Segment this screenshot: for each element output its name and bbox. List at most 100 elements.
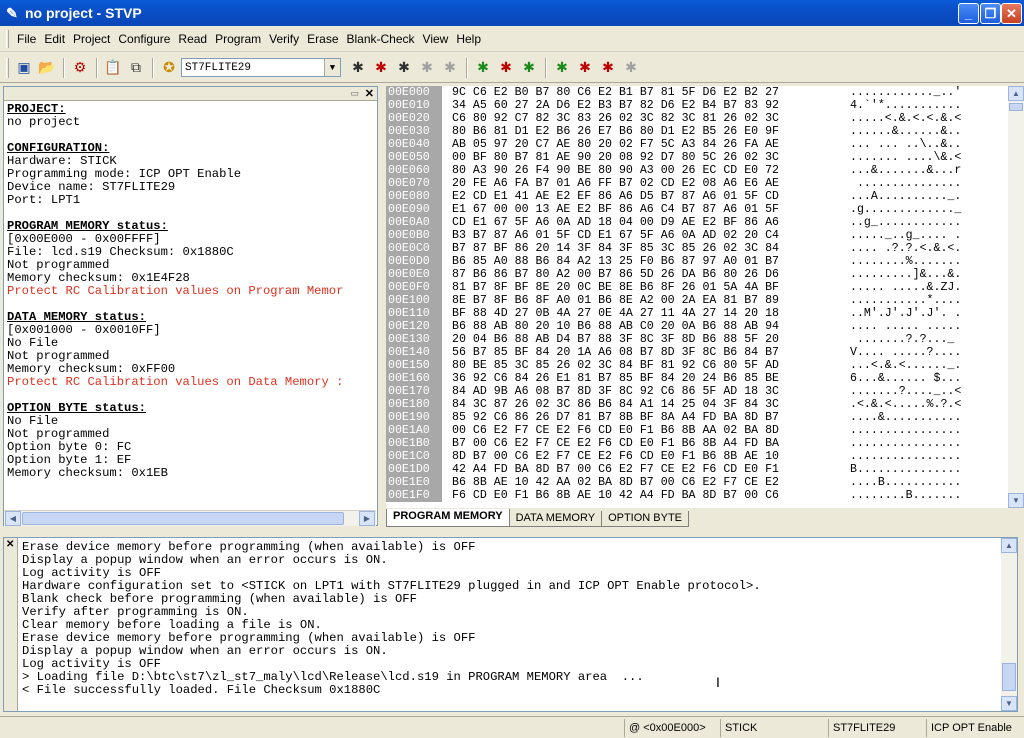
hex-row[interactable]: 00E1B0 B7 00 C6 E2 F7 CE E2 F6 CD E0 F1 B…: [386, 437, 1008, 450]
scroll-down-icon[interactable]: ▼: [1001, 696, 1017, 711]
hex-row[interactable]: 00E000 9C C6 E2 B0 B7 80 C6 E2 B1 B7 81 5…: [386, 86, 1008, 99]
scroll-right-icon[interactable]: ▶: [359, 511, 375, 526]
hex-row[interactable]: 00E0E0 87 B6 86 B7 80 A2 00 B7 86 5D 26 D…: [386, 268, 1008, 281]
hex-bytes[interactable]: B6 8B AE 10 42 AA 02 BA 8D B7 00 C6 E2 F…: [452, 476, 779, 489]
program-current-icon[interactable]: ✱: [574, 57, 596, 79]
hex-bytes[interactable]: 87 B6 86 B7 80 A2 00 B7 86 5D 26 DA B6 8…: [452, 268, 779, 281]
scroll-down-icon[interactable]: ▼: [1008, 493, 1024, 508]
hex-row[interactable]: 00E180 84 3C 87 26 02 3C 86 B6 84 A1 14 2…: [386, 398, 1008, 411]
hex-bytes[interactable]: B3 B7 87 A6 01 5F CD E1 67 5F A6 0A AD 0…: [452, 229, 779, 242]
hex-row[interactable]: 00E0C0 B7 87 BF 86 20 14 3F 84 3F 85 3C 8…: [386, 242, 1008, 255]
menu-edit[interactable]: Edit: [40, 30, 69, 48]
hex-bytes[interactable]: 56 B7 85 BF 84 20 1A A6 08 B7 8D 3F 8C B…: [452, 346, 779, 359]
erase-current-icon[interactable]: ✱: [620, 57, 642, 79]
hex-bytes[interactable]: B7 00 C6 E2 F7 CE E2 F6 CD E0 F1 B6 8B A…: [452, 437, 779, 450]
tab-data-memory[interactable]: DATA MEMORY: [508, 511, 603, 527]
erase-all-icon[interactable]: ✱: [416, 57, 438, 79]
pane-options-icon[interactable]: ▭: [350, 88, 359, 99]
read-tab-icon[interactable]: ✱: [472, 57, 494, 79]
hex-row[interactable]: 00E1A0 00 C6 E2 F7 CE E2 F6 CD E0 F1 B6 8…: [386, 424, 1008, 437]
scroll-up-icon[interactable]: ▲: [1001, 538, 1017, 553]
log-text[interactable]: Erase device memory before programming (…: [22, 541, 761, 697]
menu-program[interactable]: Program: [211, 30, 265, 48]
scroll-up-icon[interactable]: ▲: [1008, 86, 1024, 101]
hex-row[interactable]: 00E0A0 CD E1 67 5F A6 0A AD 18 04 00 D9 A…: [386, 216, 1008, 229]
hex-row[interactable]: 00E110 BF 88 4D 27 0B 4A 27 0E 4A 27 11 4…: [386, 307, 1008, 320]
hex-bytes[interactable]: 85 92 C6 86 26 D7 81 B7 8B BF 8A A4 FD B…: [452, 411, 779, 424]
hex-row[interactable]: 00E0F0 81 B7 8F BF 8E 20 0C BE 8E B6 8F 2…: [386, 281, 1008, 294]
close-button[interactable]: ✕: [1001, 3, 1022, 24]
hex-bytes[interactable]: BF 88 4D 27 0B 4A 27 0E 4A 27 11 4A 27 1…: [452, 307, 779, 320]
hex-bytes[interactable]: 84 AD 9B A6 08 B7 8D 3F 8C 92 C6 86 5F A…: [452, 385, 779, 398]
scroll-left-icon[interactable]: ◀: [5, 511, 21, 526]
menu-file[interactable]: File: [13, 30, 40, 48]
hex-bytes[interactable]: F6 CD E0 F1 B6 8B AE 10 42 A4 FD BA 8D B…: [452, 489, 779, 502]
pane-close-icon[interactable]: ✕: [365, 87, 374, 100]
hex-bytes[interactable]: 80 A3 90 26 F4 90 BE 80 90 A3 00 26 EC C…: [452, 164, 779, 177]
blank-check-all-icon[interactable]: ✱: [439, 57, 461, 79]
menu-help[interactable]: Help: [452, 30, 485, 48]
hex-row[interactable]: 00E1E0 B6 8B AE 10 42 AA 02 BA 8D B7 00 C…: [386, 476, 1008, 489]
hex-row[interactable]: 00E120 B6 88 AB 80 20 10 B6 88 AB C0 20 0…: [386, 320, 1008, 333]
hex-bytes[interactable]: 36 92 C6 84 26 E1 81 B7 85 BF 84 20 24 B…: [452, 372, 779, 385]
program-all-icon[interactable]: ✱: [370, 57, 392, 79]
memory-hex-view[interactable]: 00E000 9C C6 E2 B0 B7 80 C6 E2 B1 B7 81 5…: [386, 86, 1008, 508]
hex-row[interactable]: 00E010 34 A5 60 27 2A D6 E2 B3 B7 82 D6 E…: [386, 99, 1008, 112]
hex-bytes[interactable]: 81 B7 8F BF 8E 20 0C BE 8E B6 8F 26 01 5…: [452, 281, 779, 294]
hex-row[interactable]: 00E060 80 A3 90 26 F4 90 BE 80 90 A3 00 2…: [386, 164, 1008, 177]
hex-bytes[interactable]: 80 B6 81 D1 E2 B6 26 E7 B6 80 D1 E2 B5 2…: [452, 125, 779, 138]
hex-row[interactable]: 00E050 00 BF 80 B7 81 AE 90 20 08 92 D7 8…: [386, 151, 1008, 164]
read-current-icon[interactable]: ✱: [551, 57, 573, 79]
hex-bytes[interactable]: B7 87 BF 86 20 14 3F 84 3F 85 3C 85 26 0…: [452, 242, 779, 255]
tab-option-byte[interactable]: OPTION BYTE: [601, 511, 690, 527]
save-icon[interactable]: ▣: [13, 57, 35, 79]
hex-row[interactable]: 00E090 E1 67 00 00 13 AE E2 BF 86 A6 C4 B…: [386, 203, 1008, 216]
paste-icon[interactable]: 📋: [102, 57, 124, 79]
hex-bytes[interactable]: B6 85 A0 88 B6 84 A2 13 25 F0 B6 87 97 A…: [452, 255, 779, 268]
log-vertical-scrollbar[interactable]: ▲ ▼: [1001, 538, 1017, 711]
hex-bytes[interactable]: 34 A5 60 27 2A D6 E2 B3 B7 82 D6 E2 B4 B…: [452, 99, 779, 112]
device-icon[interactable]: ✪: [158, 57, 180, 79]
verify-current-icon[interactable]: ✱: [597, 57, 619, 79]
hex-bytes[interactable]: B6 88 AB 80 20 10 B6 88 AB C0 20 0A B6 8…: [452, 320, 779, 333]
hex-row[interactable]: 00E140 56 B7 85 BF 84 20 1A A6 08 B7 8D 3…: [386, 346, 1008, 359]
restore-button[interactable]: ❐: [980, 3, 1001, 24]
scroll-thumb[interactable]: [1002, 663, 1016, 691]
hex-bytes[interactable]: C6 80 92 C7 82 3C 83 26 02 3C 82 3C 81 2…: [452, 112, 779, 125]
hex-row[interactable]: 00E190 85 92 C6 86 26 D7 81 B7 8B BF 8A A…: [386, 411, 1008, 424]
copy-icon[interactable]: ⧉: [125, 57, 147, 79]
hex-row[interactable]: 00E020 C6 80 92 C7 82 3C 83 26 02 3C 82 3…: [386, 112, 1008, 125]
hex-bytes[interactable]: CD E1 67 5F A6 0A AD 18 04 00 D9 AE E2 B…: [452, 216, 779, 229]
menu-view[interactable]: View: [419, 30, 453, 48]
verify-all-icon[interactable]: ✱: [393, 57, 415, 79]
scroll-thumb[interactable]: [1009, 103, 1023, 111]
device-select[interactable]: ST7FLITE29 ▼: [181, 58, 341, 77]
verify-tab-icon[interactable]: ✱: [518, 57, 540, 79]
left-horizontal-scrollbar[interactable]: ◀ ▶: [4, 510, 376, 526]
hex-row[interactable]: 00E130 20 04 B6 88 AB D4 B7 88 3F 8C 3F 8…: [386, 333, 1008, 346]
hex-bytes[interactable]: 00 BF 80 B7 81 AE 90 20 08 92 D7 80 5C 2…: [452, 151, 779, 164]
hex-bytes[interactable]: 8D B7 00 C6 E2 F7 CE E2 F6 CD E0 F1 B6 8…: [452, 450, 779, 463]
hex-row[interactable]: 00E030 80 B6 81 D1 E2 B6 26 E7 B6 80 D1 E…: [386, 125, 1008, 138]
hex-row[interactable]: 00E0D0 B6 85 A0 88 B6 84 A2 13 25 F0 B6 8…: [386, 255, 1008, 268]
hex-row[interactable]: 00E160 36 92 C6 84 26 E1 81 B7 85 BF 84 2…: [386, 372, 1008, 385]
scroll-thumb[interactable]: [22, 512, 344, 525]
read-all-icon[interactable]: ✱: [347, 57, 369, 79]
chevron-down-icon[interactable]: ▼: [324, 59, 340, 76]
hex-bytes[interactable]: E2 CD E1 41 AE E2 EF 86 A6 D5 B7 87 A6 0…: [452, 190, 779, 203]
hex-row[interactable]: 00E1D0 42 A4 FD BA 8D B7 00 C6 E2 F7 CE E…: [386, 463, 1008, 476]
hex-bytes[interactable]: E1 67 00 00 13 AE E2 BF 86 A6 C4 B7 87 A…: [452, 203, 779, 216]
menu-configure[interactable]: Configure: [114, 30, 174, 48]
hex-row[interactable]: 00E170 84 AD 9B A6 08 B7 8D 3F 8C 92 C6 8…: [386, 385, 1008, 398]
hex-row[interactable]: 00E0B0 B3 B7 87 A6 01 5F CD E1 67 5F A6 0…: [386, 229, 1008, 242]
menu-erase[interactable]: Erase: [303, 30, 342, 48]
title-bar[interactable]: ✎ no project - STVP _ ❐ ✕: [0, 0, 1024, 26]
minimize-button[interactable]: _: [958, 3, 979, 24]
menu-project[interactable]: Project: [69, 30, 114, 48]
hex-row[interactable]: 00E100 8E B7 8F B6 8F A0 01 B6 8E A2 00 2…: [386, 294, 1008, 307]
hex-row[interactable]: 00E070 20 FE A6 FA B7 01 A6 FF B7 02 CD E…: [386, 177, 1008, 190]
hex-row[interactable]: 00E1F0 F6 CD E0 F1 B6 8B AE 10 42 A4 FD B…: [386, 489, 1008, 502]
hex-bytes[interactable]: 9C C6 E2 B0 B7 80 C6 E2 B1 B7 81 5F D6 E…: [452, 86, 779, 99]
log-close-icon[interactable]: ✕: [6, 539, 14, 550]
hex-bytes[interactable]: 42 A4 FD BA 8D B7 00 C6 E2 F7 CE E2 F6 C…: [452, 463, 779, 476]
